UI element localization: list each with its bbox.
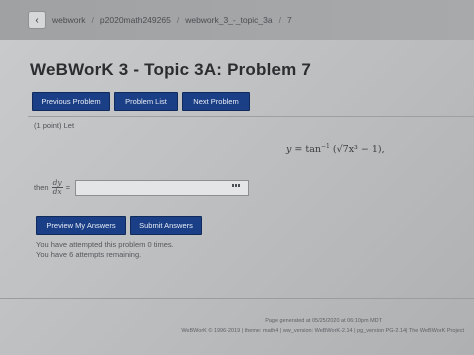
page: ‹ webwork / p2020math249265 / webwork_3_… — [0, 0, 474, 355]
page-title: WeBWorK 3 - Topic 3A: Problem 7 — [30, 60, 312, 79]
chevron-left-icon: ‹ — [35, 14, 39, 26]
answer-input[interactable] — [75, 179, 249, 196]
attempts-remaining: You have 6 attempts remaining. — [36, 250, 142, 259]
answer-row: then dy dx = — [34, 179, 249, 196]
breadcrumb-item-webwork[interactable]: webwork — [52, 15, 86, 25]
answer-actions: Preview My Answers Submit Answers — [36, 216, 202, 235]
derivative-fraction: dy dx — [51, 178, 63, 196]
then-label: then — [34, 183, 49, 192]
footer-copyright: WeBWorK © 1996-2019 | theme: math4 | ww_… — [181, 328, 464, 334]
equation-exponent: −1 — [321, 143, 330, 150]
breadcrumb-item-problem: 7 — [287, 15, 292, 25]
breadcrumb-separator: / — [91, 15, 94, 25]
breadcrumb: ‹ webwork / p2020math249265 / webwork_3_… — [28, 10, 292, 30]
attempts-info: You have attempted this problem 0 times.… — [36, 240, 174, 260]
submit-answers-button[interactable]: Submit Answers — [130, 216, 202, 235]
equation-argument: (√7x³ − 1), — [332, 144, 385, 156]
back-button[interactable]: ‹ — [28, 11, 46, 29]
problem-nav: Previous Problem Problem List Next Probl… — [32, 92, 250, 111]
breadcrumb-item-course[interactable]: p2020math249265 — [100, 15, 171, 25]
equals-sign: = — [65, 183, 70, 192]
equation-func: tan — [305, 144, 321, 156]
footer-generated: Page generated at 05/25/2020 at 06:10pm … — [265, 318, 382, 324]
problem-list-button[interactable]: Problem List — [114, 92, 178, 111]
grid-icon[interactable] — [232, 183, 242, 192]
problem-equation: y = tan−1 (√7x³ − 1), — [286, 143, 385, 155]
breadcrumb-item-set[interactable]: webwork_3_-_topic_3a — [185, 15, 272, 25]
previous-problem-button[interactable]: Previous Problem — [32, 92, 110, 111]
equation-lhs: y = — [286, 144, 303, 156]
fraction-numerator: dy — [52, 178, 62, 187]
problem-points: (1 point) Let — [34, 121, 75, 130]
preview-answers-button[interactable]: Preview My Answers — [36, 216, 126, 235]
breadcrumb-separator: / — [278, 15, 281, 25]
fraction-denominator: dx — [52, 187, 62, 196]
problem-body: (1 point) Let y = tan−1 (√7x³ − 1), then… — [28, 116, 474, 205]
footer-divider — [0, 298, 474, 299]
attempts-count: You have attempted this problem 0 times. — [36, 240, 174, 249]
next-problem-button[interactable]: Next Problem — [182, 92, 250, 111]
breadcrumb-separator: / — [176, 15, 180, 25]
